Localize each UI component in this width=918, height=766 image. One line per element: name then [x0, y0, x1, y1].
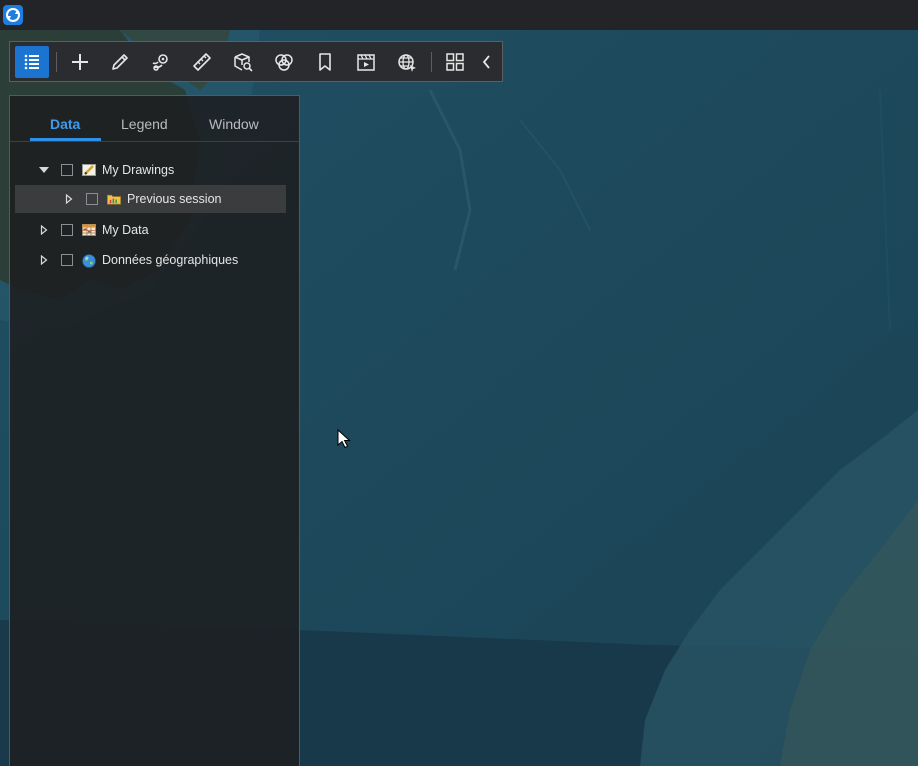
- collapse-toolbar-button[interactable]: [472, 46, 502, 78]
- active-tab-indicator: [30, 138, 101, 141]
- list-icon: [24, 54, 39, 70]
- pin-icon: [152, 54, 168, 71]
- caret-down-icon[interactable]: [37, 166, 51, 174]
- caret-right-icon[interactable]: [37, 225, 51, 235]
- film-icon: [357, 54, 375, 71]
- layer-checkbox[interactable]: [61, 254, 73, 266]
- layer-checkbox[interactable]: [86, 193, 98, 205]
- main-toolbar: [9, 41, 503, 82]
- tree-item-label: Previous session: [127, 192, 222, 206]
- tab-window[interactable]: Window: [209, 116, 259, 132]
- globe-color-icon: [82, 254, 96, 268]
- folder-chart-icon: [107, 193, 121, 205]
- web-services-button[interactable]: [390, 46, 424, 78]
- tab-legend[interactable]: Legend: [121, 116, 168, 132]
- tab-data[interactable]: Data: [50, 116, 80, 132]
- drawing-icon: [82, 164, 96, 176]
- add-button[interactable]: [63, 46, 97, 78]
- tree-item-label: Données géographiques: [102, 253, 239, 267]
- cube-search-icon: [234, 53, 253, 72]
- chevron-left-icon: [482, 55, 490, 69]
- widgets-button[interactable]: [438, 46, 472, 78]
- layer-checkbox[interactable]: [61, 164, 73, 176]
- mouse-cursor-icon: [337, 428, 351, 454]
- tree-item-donnees-geographiques[interactable]: Données géographiques: [37, 246, 238, 274]
- layer-panel: Data Legend Window My Drawings Previous …: [9, 95, 300, 766]
- layer-list-button[interactable]: [15, 46, 49, 78]
- measure-button[interactable]: [185, 46, 219, 78]
- overlap-icon: [275, 54, 293, 71]
- ruler-icon: [193, 53, 211, 71]
- tree-item-previous-session[interactable]: Previous session: [15, 185, 286, 213]
- overlay-button[interactable]: [267, 46, 301, 78]
- layer-checkbox[interactable]: [61, 224, 73, 236]
- presentation-button[interactable]: [349, 46, 383, 78]
- bookmark-button[interactable]: [308, 46, 342, 78]
- globe-icon: [398, 54, 416, 72]
- locate-button[interactable]: [144, 46, 178, 78]
- grid-icon: [446, 53, 464, 71]
- sync-logo-icon[interactable]: [3, 5, 23, 25]
- title-bar: [0, 0, 918, 30]
- caret-right-icon[interactable]: [37, 255, 51, 265]
- tree-item-label: My Data: [102, 223, 149, 237]
- tree-item-my-data[interactable]: My Data: [37, 216, 149, 244]
- analysis-button[interactable]: [226, 46, 260, 78]
- plus-icon: [72, 54, 88, 70]
- bookmark-icon: [319, 53, 331, 71]
- tree-item-label: My Drawings: [102, 163, 175, 177]
- draw-button[interactable]: [103, 46, 137, 78]
- table-icon: [82, 224, 96, 236]
- pencil-icon: [112, 54, 128, 70]
- panel-tabs: Data Legend Window: [10, 96, 299, 142]
- tree-item-my-drawings[interactable]: My Drawings: [37, 156, 174, 184]
- caret-right-icon[interactable]: [62, 194, 76, 204]
